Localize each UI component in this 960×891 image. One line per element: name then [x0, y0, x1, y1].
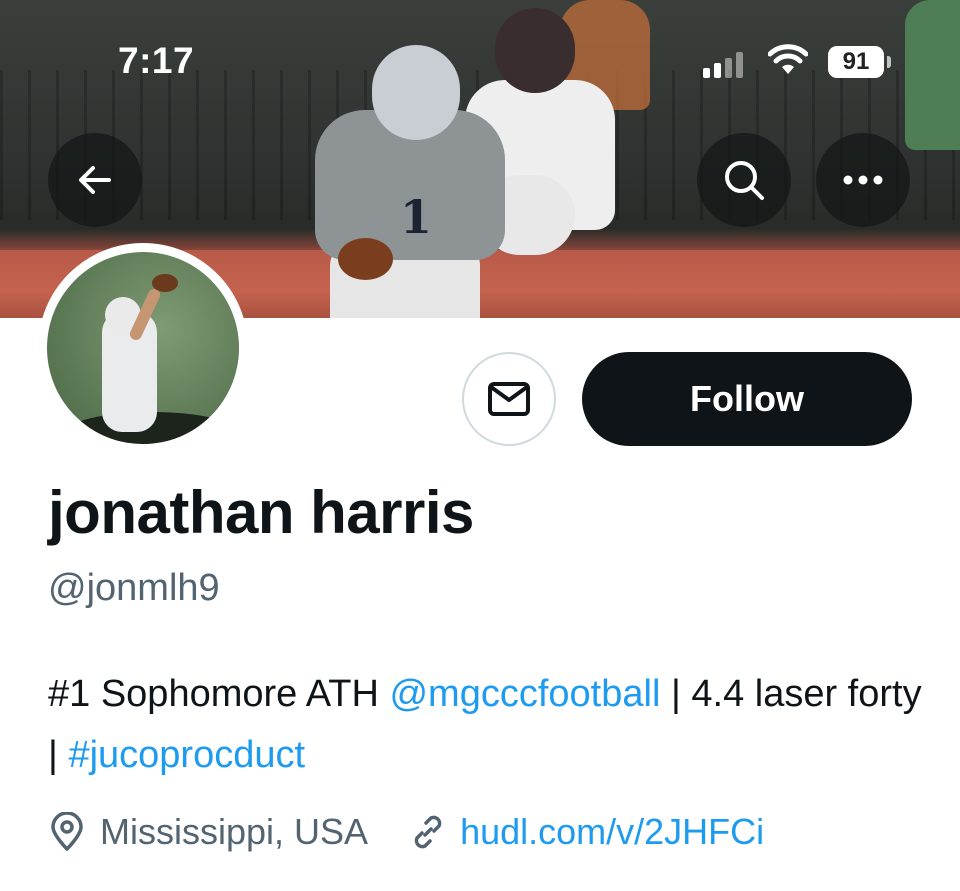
profile-name: jonathan harris: [48, 479, 474, 546]
back-button[interactable]: [48, 133, 142, 227]
banner-jersey-number: 1: [400, 190, 433, 244]
arrow-left-icon: [79, 166, 111, 194]
website-link[interactable]: hudl.com/v/2JHFCi: [460, 811, 764, 853]
banner-football: [338, 238, 393, 280]
search-icon: [725, 161, 764, 200]
bio-hashtag-link[interactable]: #jucoprocduct: [68, 734, 305, 776]
bio-mention-link[interactable]: @mgcccfootball: [389, 673, 660, 715]
battery-tip: [887, 56, 891, 68]
follow-button[interactable]: Follow: [582, 352, 912, 446]
more-options-button[interactable]: [816, 133, 910, 227]
profile-bio: #1 Sophomore ATH @mgcccfootball | 4.4 la…: [48, 664, 928, 786]
battery-indicator: 91: [828, 46, 884, 78]
profile-meta: Mississippi, USA hudl.com/v/2JHFCi: [48, 808, 764, 856]
envelope-icon: [488, 382, 530, 416]
profile-handle: @jonmlh9: [48, 567, 220, 609]
location-text: Mississippi, USA: [100, 811, 369, 852]
wifi-icon: [768, 44, 808, 74]
location-item: Mississippi, USA: [48, 811, 368, 853]
cellular-signal-icon: [703, 52, 753, 78]
search-button[interactable]: [697, 133, 791, 227]
banner-spectator: [905, 0, 960, 150]
banner-player-helmet: [372, 45, 460, 140]
status-time: 7:17: [118, 40, 195, 81]
bio-text: #1 Sophomore ATH: [48, 673, 390, 715]
avatar-image: [47, 252, 239, 444]
website-item[interactable]: hudl.com/v/2JHFCi: [408, 811, 764, 853]
location-pin-icon: [51, 812, 83, 851]
more-horizontal-icon: [843, 175, 883, 185]
banner-opponent-helmet: [495, 8, 575, 93]
link-icon: [414, 815, 442, 849]
avatar-football: [152, 274, 178, 292]
avatar[interactable]: [38, 243, 248, 453]
message-button[interactable]: [462, 352, 556, 446]
